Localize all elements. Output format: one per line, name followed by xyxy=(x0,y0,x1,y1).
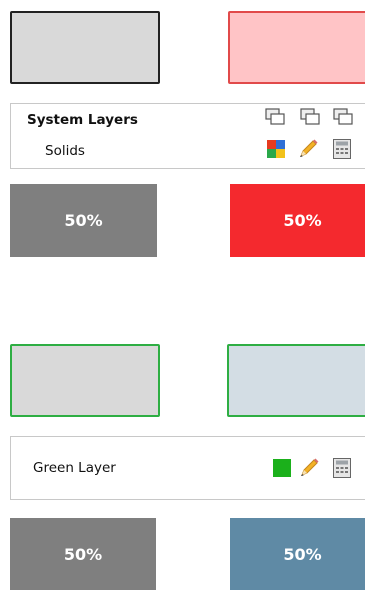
layer-stack-icon[interactable] xyxy=(265,108,285,126)
calculator-icon[interactable] xyxy=(333,458,351,478)
panel-subtitle: Solids xyxy=(45,143,85,159)
pencil-icon[interactable] xyxy=(297,138,319,160)
panel-title: System Layers xyxy=(27,112,138,128)
opacity-badge-gray: 50% xyxy=(10,184,157,257)
opacity-badge-blue: 50% xyxy=(230,518,365,590)
calculator-icon[interactable] xyxy=(333,139,351,159)
layer-swatch-gray-green-border[interactable] xyxy=(10,344,160,417)
layer-swatch-gray[interactable] xyxy=(10,11,160,84)
layer-stack-icon[interactable] xyxy=(300,108,320,126)
opacity-badge-red: 50% xyxy=(230,184,365,257)
layer-swatch-pink[interactable] xyxy=(228,11,365,84)
layer-stack-icon[interactable] xyxy=(333,108,353,126)
opacity-label: 50% xyxy=(283,544,322,564)
opacity-badge-gray: 50% xyxy=(10,518,156,590)
layer-name: Green Layer xyxy=(33,460,116,476)
pencil-icon[interactable] xyxy=(298,457,320,479)
layer-color-square[interactable] xyxy=(273,459,291,477)
green-layer-panel: Green Layer xyxy=(10,436,365,500)
system-layers-panel: System Layers Solids xyxy=(10,103,365,169)
opacity-label: 50% xyxy=(63,544,103,564)
color-grid-icon[interactable] xyxy=(267,140,285,158)
opacity-label: 50% xyxy=(64,211,103,230)
layer-swatch-blue-gray[interactable] xyxy=(227,344,365,417)
opacity-label: 50% xyxy=(283,211,322,230)
